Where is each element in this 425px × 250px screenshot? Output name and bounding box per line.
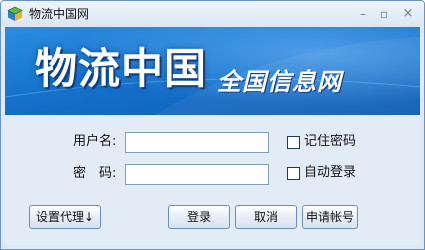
banner-title: 物流中国 [35, 44, 208, 93]
title-bar[interactable]: 物流中国网 – ▫ × [1, 1, 424, 27]
minimize-icon[interactable]: – [352, 5, 374, 23]
close-icon[interactable]: × [397, 5, 419, 23]
login-window: 物流中国网 – ▫ × 物流中国 全国信息网 用户名: 记住密码 密 码: 自动… [0, 0, 425, 250]
proxy-settings-button[interactable]: 设置代理↓ [29, 205, 101, 229]
register-button[interactable]: 申请帐号 [302, 205, 358, 229]
login-button[interactable]: 登录 [168, 205, 230, 229]
remember-password-label[interactable]: 记住密码 [304, 134, 356, 150]
login-form: 用户名: 记住密码 密 码: 自动登录 设置代理↓ 登录 取消 申请帐号 [5, 115, 420, 245]
banner-subtitle: 全国信息网 [217, 67, 342, 96]
username-input[interactable] [125, 132, 269, 153]
password-input[interactable] [125, 164, 269, 185]
app-cube-icon [7, 6, 23, 22]
password-label: 密 码: [73, 166, 117, 181]
auto-login-label[interactable]: 自动登录 [304, 165, 356, 181]
maximize-icon[interactable]: ▫ [373, 5, 395, 23]
username-label: 用户名: [73, 134, 117, 149]
remember-password-checkbox[interactable] [287, 136, 300, 149]
cancel-button[interactable]: 取消 [235, 205, 297, 229]
auto-login-checkbox[interactable] [287, 167, 300, 180]
banner: 物流中国 全国信息网 [5, 27, 420, 115]
window-title: 物流中国网 [29, 7, 90, 21]
